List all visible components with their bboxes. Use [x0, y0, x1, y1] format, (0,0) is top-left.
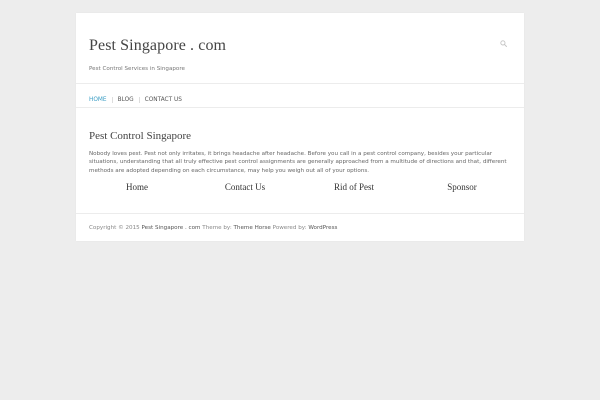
- page-body-text: Nobody loves pest. Pest not only irritat…: [89, 151, 507, 174]
- footer-powered-by: Powered by:: [272, 225, 307, 231]
- page-container: Pest Singapore . com Pest Control Servic…: [76, 13, 524, 241]
- footer-site-link[interactable]: Pest Singapore . com: [142, 225, 201, 231]
- link-home[interactable]: Home: [126, 182, 148, 192]
- page-title: Pest Control Singapore: [89, 130, 192, 142]
- site-description: Pest Control Services in Singapore: [89, 66, 185, 72]
- link-rid-of-pest[interactable]: Rid of Pest: [334, 182, 374, 192]
- footer-wordpress-link[interactable]: WordPress: [308, 225, 337, 231]
- nav-separator: [107, 97, 118, 103]
- page-links: Home Contact Us Rid of Pest Sponsor: [76, 182, 524, 194]
- nav-item-blog[interactable]: BLOG: [118, 97, 134, 103]
- nav-divider: [76, 107, 524, 108]
- link-contact-us[interactable]: Contact Us: [225, 182, 265, 192]
- footer: Copyright © 2015 Pest Singapore . com Th…: [89, 225, 337, 231]
- footer-divider: [76, 213, 524, 214]
- header-divider: [76, 83, 524, 84]
- footer-theme-link[interactable]: Theme Horse: [234, 225, 271, 231]
- footer-theme-by: Theme by:: [202, 225, 232, 231]
- site-title[interactable]: Pest Singapore . com: [89, 37, 226, 55]
- search-icon[interactable]: [500, 40, 507, 47]
- nav-separator: [134, 97, 145, 103]
- link-sponsor[interactable]: Sponsor: [447, 182, 477, 192]
- nav-item-home[interactable]: HOME: [89, 97, 107, 103]
- nav-item-contact-us[interactable]: CONTACT US: [145, 97, 182, 103]
- footer-copyright: Copyright © 2015: [89, 225, 140, 231]
